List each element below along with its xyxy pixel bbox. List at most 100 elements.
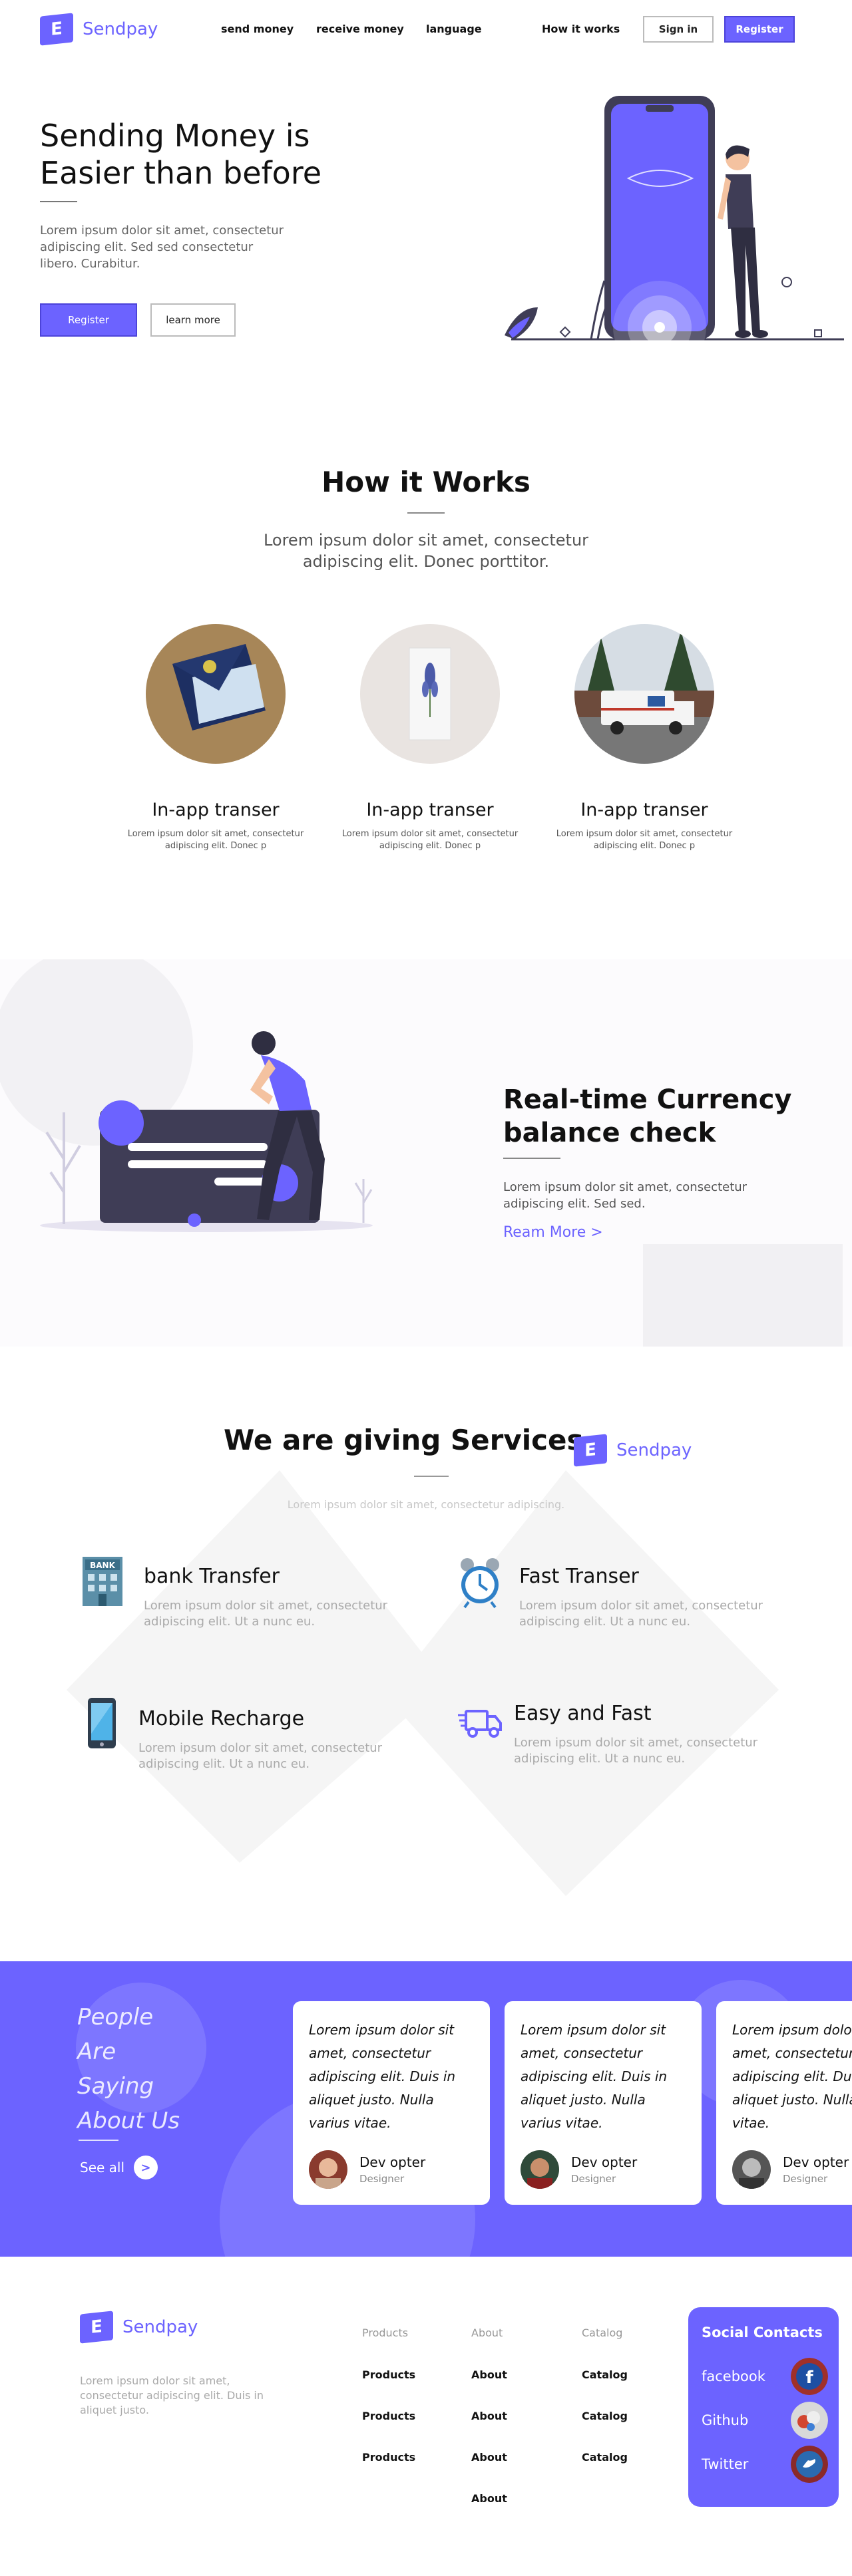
alarm-clock-icon	[461, 1558, 499, 1609]
see-all-label: See all	[80, 2160, 125, 2175]
services-brand: E Sendpay	[574, 1434, 692, 1467]
step-title: In-app transer	[366, 800, 494, 820]
footer-description: Lorem ipsum dolor sit amet, consectetur …	[80, 2374, 264, 2416]
footer-link[interactable]: About	[471, 2451, 507, 2464]
testimonial-quote: Lorem ipsum dolor sit amet, consectetur …	[309, 2022, 456, 2131]
step-card: In-app transer Lorem ipsum dolor sit ame…	[544, 624, 744, 852]
social-contacts-title: Social Contacts	[702, 2325, 823, 2340]
testimonial-author: Dev opter Designer	[309, 2150, 425, 2189]
step-description: Lorem ipsum dolor sit amet, consectetur …	[556, 829, 733, 851]
nav-link-send-money[interactable]: send money	[221, 23, 294, 35]
testimonials-heading: People Are Saying About Us	[77, 2000, 180, 2138]
decor-square	[643, 1244, 843, 1347]
nav-register-button[interactable]: Register	[724, 16, 795, 43]
footer-link[interactable]: Products	[362, 2410, 415, 2422]
service-description: Lorem ipsum dolor sit amet, consectetur …	[144, 1599, 388, 1629]
testimonials-section: People Are Saying About Us See all > Lor…	[0, 1961, 852, 2257]
footer-link[interactable]: Catalog	[582, 2368, 628, 2381]
learn-more-button[interactable]: learn more	[150, 303, 236, 337]
step-title: In-app transer	[580, 800, 708, 820]
footer-link[interactable]: About	[471, 2410, 507, 2422]
currency-title: Real-time Currency balance check	[503, 1084, 792, 1148]
social-label: facebook	[702, 2368, 765, 2384]
testimonial-author: Dev opter Designer	[732, 2150, 849, 2189]
logo-mark-icon: E	[574, 1434, 607, 1467]
nav-link-language[interactable]: language	[426, 23, 482, 35]
logo-mark-icon: E	[80, 2311, 113, 2344]
hero-divider	[40, 201, 77, 202]
avatar	[521, 2150, 559, 2189]
footer-column-heading: About	[471, 2327, 503, 2339]
testimonials-divider	[79, 2140, 118, 2141]
footer-column-heading: Catalog	[582, 2327, 623, 2339]
mail-truck-photo	[574, 624, 714, 764]
step-title: In-app transer	[152, 800, 280, 820]
currency-illustration	[0, 959, 373, 1232]
service-description: Lorem ipsum dolor sit amet, consectetur …	[514, 1736, 758, 1766]
author-role: Designer	[359, 2173, 405, 2185]
footer-brand[interactable]: E Sendpay	[80, 2311, 198, 2344]
hero-phone-illustration	[505, 96, 844, 347]
delivery-truck-icon	[458, 1710, 502, 1738]
currency-section: Real-time Currency balance check Lorem i…	[0, 959, 852, 1347]
hero-description: Lorem ipsum dolor sit amet, consectetur …	[40, 224, 284, 271]
nav-link-receive-money[interactable]: receive money	[316, 23, 404, 35]
footer-column-heading: Products	[362, 2327, 409, 2339]
heading-line: About Us	[77, 2108, 180, 2134]
logo-mark-icon: E	[40, 13, 73, 46]
social-label: Github	[702, 2412, 749, 2428]
twitter-icon[interactable]	[791, 2446, 828, 2483]
testimonial-card: Lorem ipsum dolor sit amet, consectetur …	[293, 2001, 490, 2205]
facebook-icon[interactable]: f	[791, 2358, 828, 2395]
nav-link-how-it-works[interactable]: How it works	[542, 23, 620, 35]
hero-title: Sending Money is Easier than before	[40, 118, 322, 191]
sign-in-button[interactable]: Sign in	[643, 16, 714, 43]
service-title: Fast Transer	[519, 1565, 639, 1588]
service-title: Easy and Fast	[514, 1702, 652, 1725]
step-description: Lorem ipsum dolor sit amet, consectetur …	[127, 829, 304, 851]
see-all-link[interactable]: See all >	[80, 2156, 158, 2179]
social-label: Twitter	[702, 2456, 749, 2472]
service-description: Lorem ipsum dolor sit amet, consectetur …	[519, 1599, 763, 1629]
author-role: Designer	[571, 2173, 616, 2185]
read-more-link[interactable]: Ream More >	[503, 1224, 603, 1241]
services-subtitle: Lorem ipsum dolor sit amet, consectetur …	[287, 1498, 565, 1511]
bank-icon: BANK	[83, 1557, 122, 1606]
footer-link[interactable]: Catalog	[582, 2451, 628, 2464]
service-title: Mobile Recharge	[138, 1707, 305, 1730]
testimonial-quote: Lorem ipsum dolor sit amet, consectetur …	[732, 2022, 852, 2131]
social-link-facebook[interactable]: facebook f	[702, 2358, 828, 2395]
brand-logo[interactable]: E Sendpay	[40, 13, 158, 46]
social-link-github[interactable]: Github	[702, 2402, 828, 2439]
author-name: Dev opter	[783, 2154, 849, 2170]
testimonial-quote: Lorem ipsum dolor sit amet, consectetur …	[521, 2022, 668, 2131]
arrow-right-icon[interactable]: >	[134, 2156, 158, 2179]
footer-link[interactable]: Catalog	[582, 2410, 628, 2422]
step-card: In-app transer Lorem ipsum dolor sit ame…	[330, 624, 530, 852]
author-name: Dev opter	[359, 2154, 426, 2170]
brand-name: Sendpay	[83, 19, 158, 39]
avatar	[309, 2150, 347, 2189]
currency-description: Lorem ipsum dolor sit amet, consectetur …	[503, 1180, 747, 1211]
footer-link[interactable]: About	[471, 2492, 507, 2505]
service-title: bank Transfer	[144, 1565, 280, 1588]
heading-line: Saying	[77, 2073, 154, 2100]
footer-link[interactable]: Products	[362, 2368, 415, 2381]
avatar	[732, 2150, 771, 2189]
step-card: In-app transer Lorem ipsum dolor sit ame…	[116, 624, 316, 852]
heading-line: People	[77, 2004, 154, 2030]
testimonial-card: Lorem ipsum dolor sit amet, consectetur …	[716, 2001, 852, 2205]
social-contacts-card: Social Contacts facebook f Github Twitte…	[688, 2307, 839, 2507]
flower-card-photo	[360, 624, 500, 764]
brand-name: Sendpay	[122, 2317, 198, 2337]
author-name: Dev opter	[571, 2154, 638, 2170]
footer-link[interactable]: Products	[362, 2451, 415, 2464]
footer-link[interactable]: About	[471, 2368, 507, 2381]
services-background-diamonds	[67, 1470, 779, 1896]
hero-register-button[interactable]: Register	[40, 303, 137, 337]
heading-line: Are	[77, 2038, 116, 2065]
testimonial-author: Dev opter Designer	[521, 2150, 637, 2189]
social-link-twitter[interactable]: Twitter	[702, 2446, 828, 2483]
github-icon[interactable]	[791, 2402, 828, 2439]
how-it-works-title: How it Works	[321, 466, 531, 498]
